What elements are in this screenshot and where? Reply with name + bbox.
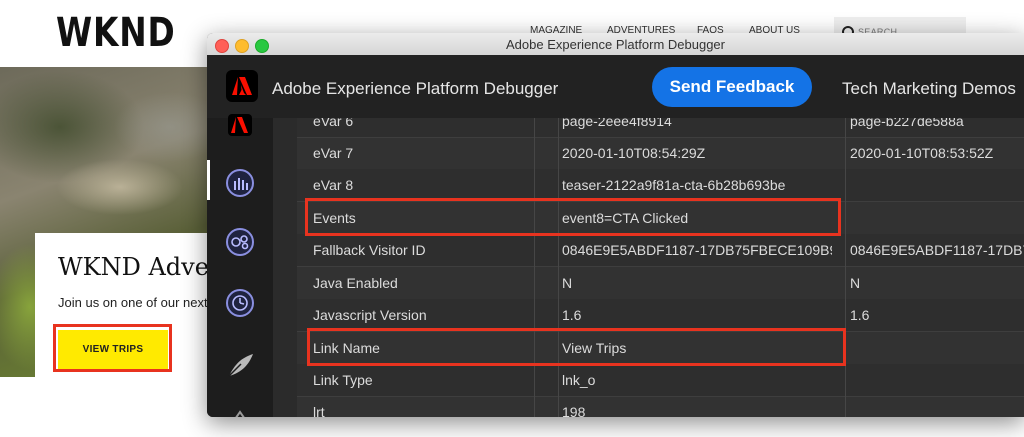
table-row[interactable]: eVar 7 2020-01-10T08:54:29Z 2020-01-10T0… (297, 137, 1024, 170)
table-row[interactable]: Link Name View Trips (297, 332, 1024, 365)
more-tools-icon[interactable] (225, 408, 255, 417)
window-title: Adobe Experience Platform Debugger (506, 37, 725, 52)
analytics-data-table: eVar 6 page-2eee4f8914 page-b227de588a e… (297, 118, 1024, 417)
table-row[interactable]: eVar 6 page-2eee4f8914 page-b227de588a (297, 118, 1024, 138)
row-value-1: N (562, 275, 573, 291)
row-name: eVar 6 (313, 118, 354, 129)
row-name: Events (313, 210, 356, 226)
table-row[interactable]: Javascript Version 1.6 1.6 (297, 299, 1024, 332)
row-value-2: 0846E9E5ABDF1187-17DB75 (850, 242, 1024, 258)
row-value-1: View Trips (562, 340, 627, 356)
table-row[interactable]: Fallback Visitor ID 0846E9E5ABDF1187-17D… (297, 234, 1024, 267)
row-value-2 (850, 169, 1024, 201)
row-name: eVar 8 (313, 177, 354, 193)
analytics-icon[interactable] (225, 168, 255, 198)
row-value-1: lnk_o (562, 372, 596, 388)
row-name: eVar 7 (313, 145, 354, 161)
row-value-1: 0846E9E5ABDF1187-17DB75FBECE109B9 (562, 242, 832, 258)
hero-title: WKND Adventures (58, 253, 213, 281)
row-name: Fallback Visitor ID (313, 242, 426, 258)
sidebar (207, 114, 273, 417)
org-name[interactable]: Tech Marketing Demos (842, 79, 1016, 99)
row-value-2: 1.6 (850, 307, 870, 323)
row-value-2 (850, 332, 1024, 364)
row-name: Link Name (313, 340, 380, 356)
row-value-1: 2020-01-10T08:54:29Z (562, 145, 706, 161)
table-row[interactable]: lrt 198 (297, 396, 1024, 417)
view-trips-button[interactable]: VIEW TRIPS (58, 330, 168, 370)
adobe-logo-icon (226, 70, 258, 102)
site-logo[interactable]: WKND (56, 10, 176, 56)
adobe-logo-icon[interactable] (225, 114, 255, 144)
table-row[interactable]: eVar 8 teaser-2122a9f81a-cta-6b28b693be (297, 169, 1024, 202)
column-divider (558, 118, 559, 417)
row-value-2 (850, 202, 1024, 234)
column-divider (845, 118, 846, 417)
row-value-1: teaser-2122a9f81a-cta-6b28b693be (562, 177, 786, 193)
row-name: Java Enabled (313, 275, 398, 291)
row-value-2 (850, 396, 1024, 417)
table-row[interactable]: Events event8=CTA Clicked (297, 202, 1024, 235)
hero-subtitle: Join us on one of our next adventures (58, 295, 213, 310)
row-value-1: event8=CTA Clicked (562, 210, 689, 226)
row-name: lrt (313, 404, 325, 417)
audience-icon[interactable] (225, 227, 255, 257)
table-row[interactable]: Link Type lnk_o (297, 364, 1024, 397)
row-value-2: page-b227de588a (850, 118, 964, 129)
debugger-window: Adobe Experience Platform Debugger Adobe… (207, 33, 1024, 417)
app-name: Adobe Experience Platform Debugger (272, 79, 559, 98)
column-divider (534, 118, 535, 417)
row-name: Javascript Version (313, 307, 427, 323)
app-header: Adobe Experience Platform Debugger Send … (207, 55, 1024, 118)
row-value-1: 1.6 (562, 307, 582, 323)
table-row[interactable]: Java Enabled N N (297, 267, 1024, 300)
active-tool-indicator (207, 160, 210, 200)
row-value-1: 198 (562, 404, 586, 417)
send-feedback-button[interactable]: Send Feedback (652, 67, 812, 107)
row-value-2: 2020-01-10T08:53:52Z (850, 145, 994, 161)
window-titlebar[interactable]: Adobe Experience Platform Debugger (207, 33, 1024, 56)
row-value-1: page-2eee4f8914 (562, 118, 672, 129)
target-icon[interactable] (225, 350, 255, 380)
clock-icon[interactable] (225, 288, 255, 318)
row-name: Link Type (313, 372, 373, 388)
row-value-2 (850, 364, 1024, 396)
row-value-2: N (850, 275, 861, 291)
